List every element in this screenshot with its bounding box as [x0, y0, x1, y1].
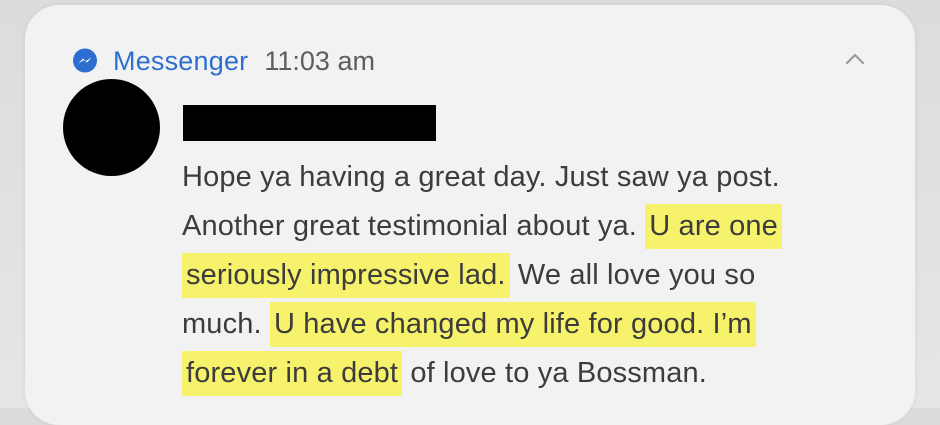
message-text: Hope ya having a great day. Just saw ya … — [182, 161, 780, 193]
app-name: Messenger — [113, 45, 249, 76]
notification-header: Messenger 11:03 am — [71, 43, 375, 79]
notification-card[interactable]: Messenger 11:03 am Hope ya having a grea… — [25, 5, 915, 425]
message-text: of love to ya Bossman. — [402, 357, 708, 389]
message-text: much. — [182, 308, 270, 340]
highlighted-text: U are one — [645, 204, 782, 249]
message-line: forever in a debt of love to ya Bossman. — [182, 349, 862, 398]
message-line: seriously impressive lad. We all love yo… — [182, 251, 862, 300]
message-line: Hope ya having a great day. Just saw ya … — [182, 153, 862, 202]
message-text: Another great testimonial about ya. — [182, 210, 646, 242]
sender-name-redacted — [183, 105, 436, 141]
message-line: Another great testimonial about ya. U ar… — [182, 202, 862, 251]
highlighted-text: U have changed my life for good. I’m — [269, 302, 756, 347]
highlighted-text: forever in a debt — [182, 351, 403, 396]
avatar — [63, 79, 160, 176]
chevron-up-icon[interactable] — [841, 49, 869, 69]
message-text: We all love you so — [509, 259, 756, 291]
messenger-icon — [71, 47, 99, 75]
notification-time: 11:03 am — [264, 45, 375, 76]
message-body: Hope ya having a great day. Just saw ya … — [182, 153, 862, 398]
message-line: much. U have changed my life for good. I… — [182, 300, 862, 349]
highlighted-text: seriously impressive lad. — [182, 253, 510, 298]
